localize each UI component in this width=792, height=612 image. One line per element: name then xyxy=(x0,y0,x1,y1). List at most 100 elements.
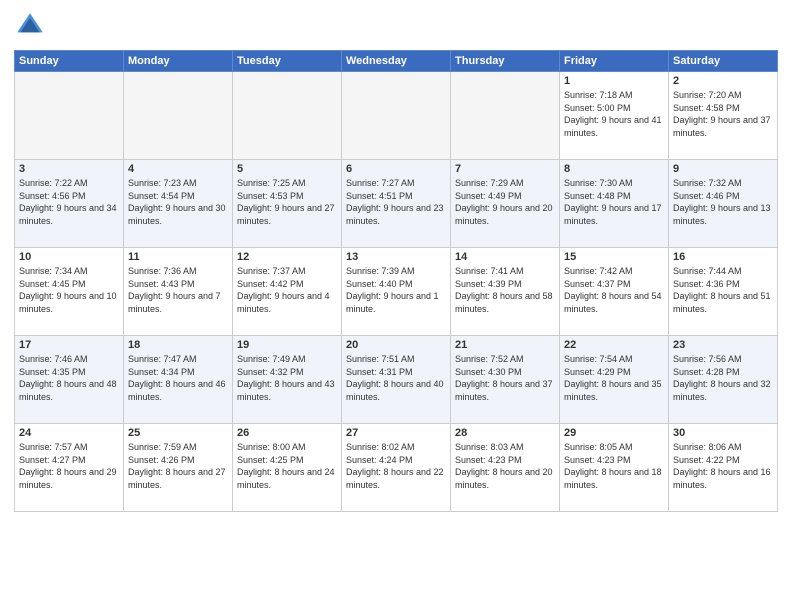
day-info: Sunrise: 7:30 AM Sunset: 4:48 PM Dayligh… xyxy=(564,177,664,227)
day-cell xyxy=(451,72,560,160)
week-row-4: 24 Sunrise: 7:57 AM Sunset: 4:27 PM Dayli… xyxy=(15,424,778,512)
day-number: 8 xyxy=(564,163,664,175)
day-info: Sunrise: 7:49 AM Sunset: 4:32 PM Dayligh… xyxy=(237,353,337,403)
day-number: 4 xyxy=(128,163,228,175)
day-info: Sunrise: 7:41 AM Sunset: 4:39 PM Dayligh… xyxy=(455,265,555,315)
day-cell: 14 Sunrise: 7:41 AM Sunset: 4:39 PM Dayli… xyxy=(451,248,560,336)
day-number: 10 xyxy=(19,251,119,263)
day-info: Sunrise: 7:59 AM Sunset: 4:26 PM Dayligh… xyxy=(128,441,228,491)
day-info: Sunrise: 7:42 AM Sunset: 4:37 PM Dayligh… xyxy=(564,265,664,315)
day-cell: 13Sunrise: 7:39 AM Sunset: 4:40 PM Dayli… xyxy=(342,248,451,336)
day-cell: 4Sunrise: 7:23 AM Sunset: 4:54 PM Daylig… xyxy=(124,160,233,248)
day-cell: 22Sunrise: 7:54 AM Sunset: 4:29 PM Dayli… xyxy=(560,336,669,424)
day-number: 26 xyxy=(237,427,337,439)
day-info: Sunrise: 8:06 AM Sunset: 4:22 PM Dayligh… xyxy=(673,441,773,491)
day-cell: 16 Sunrise: 7:44 AM Sunset: 4:36 PM Dayli… xyxy=(669,248,778,336)
day-cell: 2 Sunrise: 7:20 AM Sunset: 4:58 PM Daylig… xyxy=(669,72,778,160)
header xyxy=(14,10,778,42)
weekday-tuesday: Tuesday xyxy=(233,51,342,72)
week-row-0: 1 Sunrise: 7:18 AM Sunset: 5:00 PM Daylig… xyxy=(15,72,778,160)
day-info: Sunrise: 7:51 AM Sunset: 4:31 PM Dayligh… xyxy=(346,353,446,403)
day-cell: 27 Sunrise: 8:02 AM Sunset: 4:24 PM Dayli… xyxy=(342,424,451,512)
weekday-saturday: Saturday xyxy=(669,51,778,72)
day-number: 24 xyxy=(19,427,119,439)
day-info: Sunrise: 7:32 AM Sunset: 4:46 PM Dayligh… xyxy=(673,177,773,227)
day-number: 16 xyxy=(673,251,773,263)
day-cell: 18 Sunrise: 7:47 AM Sunset: 4:34 PM Dayli… xyxy=(124,336,233,424)
day-cell: 26 Sunrise: 8:00 AM Sunset: 4:25 PM Dayli… xyxy=(233,424,342,512)
day-number: 28 xyxy=(455,427,555,439)
day-cell xyxy=(233,72,342,160)
weekday-sunday: Sunday xyxy=(15,51,124,72)
day-info: Sunrise: 7:29 AM Sunset: 4:49 PM Dayligh… xyxy=(455,177,555,227)
week-row-1: 3Sunrise: 7:22 AM Sunset: 4:56 PM Daylig… xyxy=(15,160,778,248)
logo xyxy=(14,10,50,42)
day-info: Sunrise: 7:44 AM Sunset: 4:36 PM Dayligh… xyxy=(673,265,773,315)
day-cell: 7 Sunrise: 7:29 AM Sunset: 4:49 PM Daylig… xyxy=(451,160,560,248)
day-info: Sunrise: 7:36 AM Sunset: 4:43 PM Dayligh… xyxy=(128,265,228,315)
day-number: 19 xyxy=(237,339,337,351)
day-info: Sunrise: 8:02 AM Sunset: 4:24 PM Dayligh… xyxy=(346,441,446,491)
day-cell: 12 Sunrise: 7:37 AM Sunset: 4:42 PM Dayli… xyxy=(233,248,342,336)
day-number: 18 xyxy=(128,339,228,351)
day-number: 21 xyxy=(455,339,555,351)
weekday-friday: Friday xyxy=(560,51,669,72)
week-row-3: 17 Sunrise: 7:46 AM Sunset: 4:35 PM Dayli… xyxy=(15,336,778,424)
day-info: Sunrise: 7:25 AM Sunset: 4:53 PM Dayligh… xyxy=(237,177,337,227)
day-cell: 20 Sunrise: 7:51 AM Sunset: 4:31 PM Dayli… xyxy=(342,336,451,424)
day-number: 14 xyxy=(455,251,555,263)
day-cell: 3Sunrise: 7:22 AM Sunset: 4:56 PM Daylig… xyxy=(15,160,124,248)
weekday-monday: Monday xyxy=(124,51,233,72)
day-cell xyxy=(342,72,451,160)
day-info: Sunrise: 7:47 AM Sunset: 4:34 PM Dayligh… xyxy=(128,353,228,403)
day-info: Sunrise: 7:34 AM Sunset: 4:45 PM Dayligh… xyxy=(19,265,119,315)
day-cell: 24 Sunrise: 7:57 AM Sunset: 4:27 PM Dayli… xyxy=(15,424,124,512)
day-number: 12 xyxy=(237,251,337,263)
day-info: Sunrise: 8:03 AM Sunset: 4:23 PM Dayligh… xyxy=(455,441,555,491)
day-number: 27 xyxy=(346,427,446,439)
day-number: 7 xyxy=(455,163,555,175)
day-cell xyxy=(124,72,233,160)
day-number: 11 xyxy=(128,251,228,263)
day-number: 23 xyxy=(673,339,773,351)
day-info: Sunrise: 7:56 AM Sunset: 4:28 PM Dayligh… xyxy=(673,353,773,403)
week-row-2: 10 Sunrise: 7:34 AM Sunset: 4:45 PM Dayli… xyxy=(15,248,778,336)
day-cell: 8 Sunrise: 7:30 AM Sunset: 4:48 PM Daylig… xyxy=(560,160,669,248)
day-cell: 19 Sunrise: 7:49 AM Sunset: 4:32 PM Dayli… xyxy=(233,336,342,424)
day-number: 13 xyxy=(346,251,446,263)
day-cell: 21Sunrise: 7:52 AM Sunset: 4:30 PM Dayli… xyxy=(451,336,560,424)
day-number: 1 xyxy=(564,75,664,87)
day-cell: 6Sunrise: 7:27 AM Sunset: 4:51 PM Daylig… xyxy=(342,160,451,248)
day-number: 29 xyxy=(564,427,664,439)
day-info: Sunrise: 7:57 AM Sunset: 4:27 PM Dayligh… xyxy=(19,441,119,491)
day-info: Sunrise: 7:46 AM Sunset: 4:35 PM Dayligh… xyxy=(19,353,119,403)
day-cell: 15Sunrise: 7:42 AM Sunset: 4:37 PM Dayli… xyxy=(560,248,669,336)
day-cell: 17 Sunrise: 7:46 AM Sunset: 4:35 PM Dayli… xyxy=(15,336,124,424)
day-cell: 28 Sunrise: 8:03 AM Sunset: 4:23 PM Dayli… xyxy=(451,424,560,512)
day-info: Sunrise: 7:20 AM Sunset: 4:58 PM Dayligh… xyxy=(673,89,773,139)
weekday-wednesday: Wednesday xyxy=(342,51,451,72)
day-info: Sunrise: 7:18 AM Sunset: 5:00 PM Dayligh… xyxy=(564,89,664,139)
weekday-thursday: Thursday xyxy=(451,51,560,72)
day-info: Sunrise: 7:22 AM Sunset: 4:56 PM Dayligh… xyxy=(19,177,119,227)
day-cell: 29Sunrise: 8:05 AM Sunset: 4:23 PM Dayli… xyxy=(560,424,669,512)
day-info: Sunrise: 7:37 AM Sunset: 4:42 PM Dayligh… xyxy=(237,265,337,315)
day-number: 2 xyxy=(673,75,773,87)
day-cell: 30 Sunrise: 8:06 AM Sunset: 4:22 PM Dayli… xyxy=(669,424,778,512)
day-cell: 10 Sunrise: 7:34 AM Sunset: 4:45 PM Dayli… xyxy=(15,248,124,336)
day-number: 5 xyxy=(237,163,337,175)
day-cell xyxy=(15,72,124,160)
day-number: 20 xyxy=(346,339,446,351)
logo-icon xyxy=(14,10,46,42)
day-number: 17 xyxy=(19,339,119,351)
day-cell: 9 Sunrise: 7:32 AM Sunset: 4:46 PM Daylig… xyxy=(669,160,778,248)
day-number: 30 xyxy=(673,427,773,439)
day-info: Sunrise: 7:54 AM Sunset: 4:29 PM Dayligh… xyxy=(564,353,664,403)
day-info: Sunrise: 8:00 AM Sunset: 4:25 PM Dayligh… xyxy=(237,441,337,491)
page: SundayMondayTuesdayWednesdayThursdayFrid… xyxy=(0,0,792,612)
day-number: 9 xyxy=(673,163,773,175)
day-cell: 23 Sunrise: 7:56 AM Sunset: 4:28 PM Dayli… xyxy=(669,336,778,424)
day-cell: 11 Sunrise: 7:36 AM Sunset: 4:43 PM Dayli… xyxy=(124,248,233,336)
day-number: 25 xyxy=(128,427,228,439)
day-cell: 1 Sunrise: 7:18 AM Sunset: 5:00 PM Daylig… xyxy=(560,72,669,160)
